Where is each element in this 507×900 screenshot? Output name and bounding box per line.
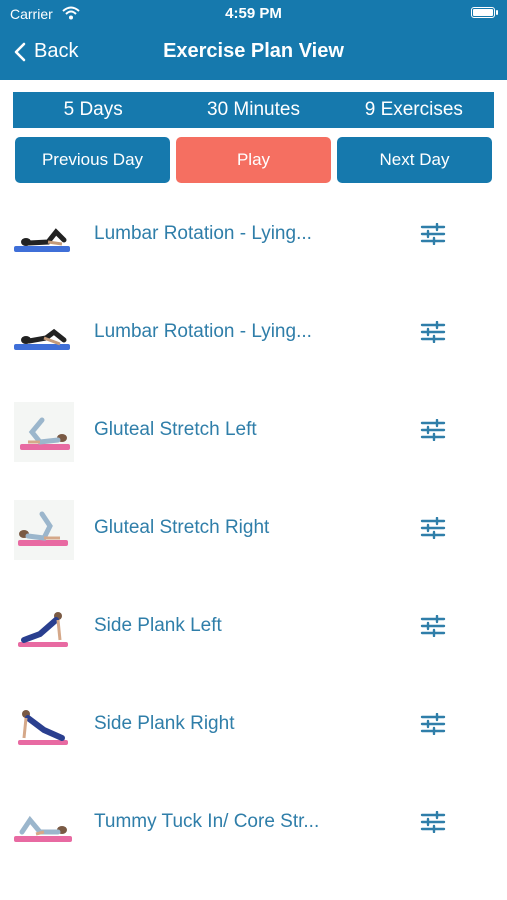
- previous-day-button[interactable]: Previous Day: [15, 137, 170, 183]
- exercise-name: Side Plank Right: [94, 713, 235, 734]
- exercise-name: Tummy Tuck In/ Core Str...: [94, 811, 320, 832]
- adjust-icon[interactable]: [420, 713, 446, 735]
- exercise-thumbnail: [18, 710, 68, 745]
- adjust-icon[interactable]: [420, 321, 446, 343]
- adjust-icon[interactable]: [420, 517, 446, 539]
- list-item[interactable]: Gluteal Stretch Left: [0, 382, 507, 480]
- adjust-icon[interactable]: [420, 615, 446, 637]
- header: Carrier 4:59 PM Back Exercise Plan View: [0, 0, 507, 80]
- duration-minutes: 30 Minutes: [207, 99, 300, 120]
- exercise-name: Lumbar Rotation - Lying...: [94, 223, 312, 244]
- list-item[interactable]: Lumbar Rotation - Lying...: [0, 186, 507, 284]
- list-item[interactable]: Side Plank Left: [0, 578, 507, 676]
- exercise-thumbnail: [14, 815, 72, 842]
- list-item[interactable]: Side Plank Right: [0, 676, 507, 774]
- exercise-list: Lumbar Rotation - Lying... Lumbar Rotati…: [0, 186, 507, 872]
- days-count: 5 Days: [63, 99, 123, 120]
- adjust-icon[interactable]: [420, 419, 446, 441]
- adjust-icon[interactable]: [420, 223, 446, 245]
- plan-summary-bar: 5 Days 30 Minutes 9 Exercises: [13, 92, 494, 128]
- battery-icon: [471, 7, 498, 18]
- exercise-name: Side Plank Left: [94, 615, 222, 636]
- list-item[interactable]: Lumbar Rotation - Lying...: [0, 284, 507, 382]
- exercise-name: Gluteal Stretch Right: [94, 517, 270, 538]
- exercise-thumbnail: [14, 228, 70, 252]
- exercise-thumbnail: [14, 328, 70, 350]
- adjust-icon[interactable]: [420, 811, 446, 833]
- navigation-bar: Back Exercise Plan View: [0, 28, 507, 80]
- exercise-thumbnail: [14, 402, 74, 462]
- next-day-button[interactable]: Next Day: [337, 137, 492, 183]
- play-button[interactable]: Play: [176, 137, 331, 183]
- exercise-thumbnail: [18, 612, 68, 647]
- status-bar: Carrier 4:59 PM: [0, 0, 507, 28]
- exercise-count: 9 Exercises: [364, 99, 463, 120]
- exercise-name: Gluteal Stretch Left: [94, 419, 257, 440]
- exercise-name: Lumbar Rotation - Lying...: [94, 321, 312, 342]
- list-item[interactable]: Tummy Tuck In/ Core Str...: [0, 774, 507, 872]
- list-item[interactable]: Gluteal Stretch Right: [0, 480, 507, 578]
- status-time: 4:59 PM: [225, 5, 282, 22]
- exercise-thumbnail: [14, 500, 74, 560]
- day-controls: Previous Day Play Next Day: [15, 137, 492, 183]
- page-title: Exercise Plan View: [163, 40, 344, 62]
